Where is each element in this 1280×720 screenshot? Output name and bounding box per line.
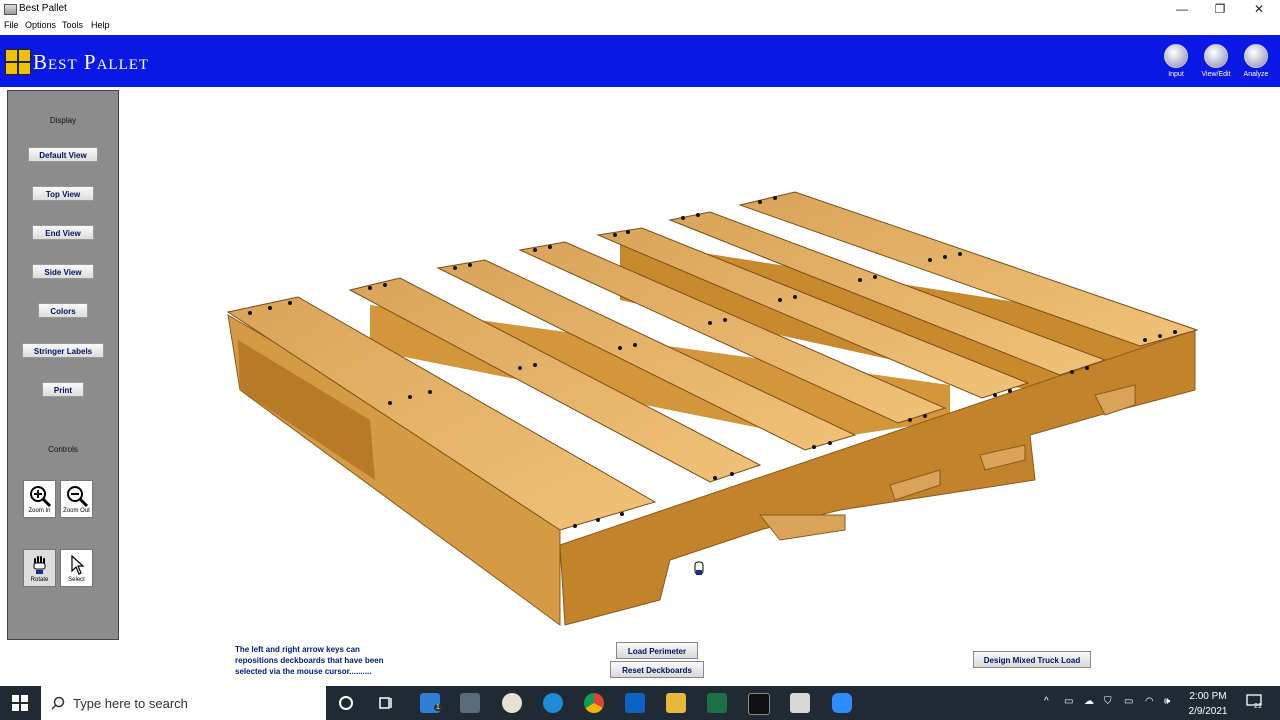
window-title: Best Pallet bbox=[19, 3, 67, 14]
menu-help[interactable]: Help bbox=[91, 20, 110, 30]
wifi-icon[interactable]: ◠ bbox=[1145, 696, 1154, 707]
notification-icon[interactable]: 21 bbox=[1246, 694, 1262, 710]
hand-cursor-icon bbox=[694, 561, 704, 575]
select-label: Select bbox=[68, 577, 85, 583]
calculator-icon[interactable] bbox=[460, 693, 480, 713]
pointer-icon bbox=[70, 554, 85, 575]
bottom-board bbox=[758, 514, 846, 541]
security-icon[interactable]: ⛉ bbox=[1104, 696, 1112, 707]
chrome-icon[interactable] bbox=[584, 693, 604, 713]
start-button[interactable] bbox=[0, 686, 40, 720]
outlook-icon[interactable] bbox=[625, 693, 645, 713]
best-pallet-taskbar-icon[interactable] bbox=[790, 693, 810, 713]
analyze-label: Analyze bbox=[1243, 71, 1269, 78]
select-button[interactable]: Select bbox=[60, 549, 93, 587]
tray-icon[interactable]: ▭ bbox=[1064, 696, 1073, 707]
close-button[interactable]: ✕ bbox=[1239, 0, 1279, 19]
app-icon bbox=[4, 4, 17, 15]
windows-icon bbox=[12, 695, 28, 711]
display-heading: Display bbox=[49, 116, 77, 125]
cortana-icon[interactable] bbox=[338, 695, 354, 711]
rotate-button[interactable]: Rotate bbox=[23, 549, 56, 587]
clock[interactable]: 2:00 PM 2/9/2021 bbox=[1180, 689, 1236, 719]
minimize-button[interactable]: — bbox=[1162, 0, 1202, 19]
zoom-in-label: Zoom In bbox=[28, 508, 51, 514]
reset-deckboards-button[interactable]: Reset Deckboards bbox=[610, 661, 704, 678]
default-view-button[interactable]: Default View bbox=[28, 147, 98, 162]
load-perimeter-button[interactable]: Load Perimeter bbox=[616, 642, 698, 659]
colors-button[interactable]: Colors bbox=[38, 303, 88, 318]
menu-file[interactable]: File bbox=[4, 20, 19, 30]
zoom-in-icon bbox=[29, 486, 51, 508]
stringer-labels-button[interactable]: Stringer Labels bbox=[22, 343, 104, 358]
hand-icon bbox=[33, 556, 45, 574]
search-icon bbox=[51, 696, 65, 710]
mail-badge: 1 bbox=[434, 704, 442, 711]
input-button[interactable]: Input bbox=[1156, 44, 1196, 84]
menu-bar: File Options Tools Help bbox=[0, 19, 1280, 34]
restore-button[interactable]: ❐ bbox=[1200, 0, 1240, 19]
onedrive-icon[interactable]: ☁ bbox=[1084, 696, 1094, 707]
clock-date: 2/9/2021 bbox=[1188, 706, 1228, 717]
main-area: Display Default View Top View End View S… bbox=[0, 87, 1280, 685]
menu-options[interactable]: Options bbox=[25, 20, 56, 30]
sidebar: Display Default View Top View End View S… bbox=[7, 90, 119, 640]
taskbar: Type here to search 1 ^ ▭ ☁ ⛉ ▭ ◠ 🕪 2:00… bbox=[0, 686, 1280, 720]
search-placeholder: Type here to search bbox=[73, 696, 188, 711]
volume-icon[interactable]: 🕪 bbox=[1164, 696, 1170, 707]
rotate-label: Rotate bbox=[30, 577, 49, 583]
pallet-3d-view[interactable] bbox=[120, 90, 1275, 638]
notification-count: 21 bbox=[1254, 703, 1262, 710]
search-box[interactable]: Type here to search bbox=[41, 686, 326, 720]
zoom-out-icon bbox=[66, 486, 88, 508]
paint-icon[interactable] bbox=[502, 693, 522, 713]
analyze-icon bbox=[1244, 44, 1268, 68]
end-view-button[interactable]: End View bbox=[32, 225, 94, 240]
zoom-app-icon[interactable] bbox=[832, 693, 852, 713]
analyze-button[interactable]: Analyze bbox=[1236, 44, 1276, 84]
top-view-button[interactable]: Top View bbox=[32, 186, 94, 201]
edge-icon[interactable] bbox=[543, 693, 563, 713]
view-edit-icon bbox=[1204, 44, 1228, 68]
task-view-icon[interactable] bbox=[378, 695, 394, 711]
input-label: Input bbox=[1168, 71, 1184, 78]
file-explorer-icon[interactable] bbox=[666, 693, 686, 713]
excel-icon[interactable] bbox=[707, 693, 727, 713]
menu-tools[interactable]: Tools bbox=[62, 20, 83, 30]
help-text: The left and right arrow keys can reposi… bbox=[235, 645, 384, 676]
print-button[interactable]: Print bbox=[42, 382, 84, 397]
side-view-button[interactable]: Side View bbox=[32, 264, 94, 279]
app-header: Best Pallet Input View/Edit Analyze bbox=[0, 35, 1280, 87]
zoom-out-label: Zoom Out bbox=[63, 508, 90, 514]
title-bar: Best Pallet — ❐ ✕ bbox=[0, 0, 1280, 19]
view-edit-label: View/Edit bbox=[1201, 71, 1231, 78]
terminal-icon[interactable] bbox=[748, 693, 770, 715]
view-edit-button[interactable]: View/Edit bbox=[1196, 44, 1236, 84]
logo-icon bbox=[5, 49, 31, 75]
design-mixed-truck-load-button[interactable]: Design Mixed Truck Load bbox=[973, 651, 1091, 668]
zoom-in-button[interactable]: Zoom In bbox=[23, 480, 56, 518]
battery-icon[interactable]: ▭ bbox=[1124, 696, 1133, 707]
zoom-out-button[interactable]: Zoom Out bbox=[60, 480, 93, 518]
brand-name: Best Pallet bbox=[33, 50, 150, 74]
chevron-up-icon[interactable]: ^ bbox=[1044, 696, 1049, 707]
clock-time: 2:00 PM bbox=[1189, 691, 1227, 702]
input-icon bbox=[1164, 44, 1188, 68]
controls-heading: Controls bbox=[48, 445, 78, 454]
